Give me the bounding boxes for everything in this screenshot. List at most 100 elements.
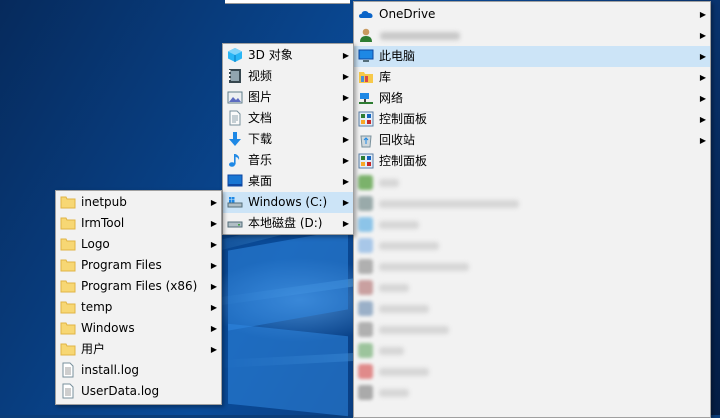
submenu-arrow-icon: ▶: [342, 219, 349, 228]
menu-item-label: 下载: [248, 132, 273, 146]
menu-item-library[interactable]: 库 ▶: [354, 67, 710, 88]
submenu-arrow-icon: ▶: [210, 219, 217, 228]
submenu-arrow-icon: ▶: [342, 114, 349, 123]
menu-item-temp[interactable]: temp ▶: [56, 297, 221, 318]
onedrive-cloud-icon: [358, 6, 374, 22]
menu-item-users[interactable]: 用户 ▶: [56, 339, 221, 360]
blurred-row: [354, 298, 710, 319]
menu-item-downloads[interactable]: 下载 ▶: [223, 129, 353, 150]
submenu-arrow-icon: ▶: [342, 51, 349, 60]
menu-item-documents[interactable]: 文档 ▶: [223, 108, 353, 129]
menu-item-label: 桌面: [248, 174, 273, 188]
desktop-icon: [227, 173, 243, 189]
text-file-icon: [60, 362, 76, 378]
drive-d-icon: [227, 215, 243, 231]
submenu-arrow-icon: ▶: [210, 345, 217, 354]
blurred-row: [354, 235, 710, 256]
wallpaper-window-pane: [228, 323, 348, 417]
menu-item-label: 网络: [379, 91, 404, 105]
drive-c-icon: [227, 194, 243, 210]
submenu-arrow-icon: ▶: [210, 240, 217, 249]
blurred-row: [354, 256, 710, 277]
blurred-row: [354, 277, 710, 298]
menu-item-desktop[interactable]: 桌面 ▶: [223, 171, 353, 192]
submenu-arrow-icon: ▶: [210, 198, 217, 207]
menu-item-program-files[interactable]: Program Files ▶: [56, 255, 221, 276]
root-context-menu: OneDrive ▶ ▶ 此电脑 ▶ 库 ▶ 网络 ▶ 控制面板 ▶ 回收站 ▶…: [353, 1, 711, 418]
text-file-icon: [60, 383, 76, 399]
wallpaper-window-pane: [228, 229, 348, 331]
folder-icon: [60, 299, 76, 315]
submenu-arrow-icon: ▶: [342, 72, 349, 81]
menu-item-this-pc[interactable]: 此电脑 ▶: [354, 46, 710, 67]
menu-item-recycle-bin[interactable]: 回收站 ▶: [354, 130, 710, 151]
control-panel-icon: [358, 111, 374, 127]
blurred-row: [354, 382, 710, 403]
submenu-arrow-icon: ▶: [699, 52, 706, 61]
folder-icon: [60, 320, 76, 336]
menu-item-label: 文档: [248, 111, 273, 125]
menu-item-network[interactable]: 网络 ▶: [354, 88, 710, 109]
menu-item-label: UserData.log: [81, 384, 160, 398]
menu-item-drive-c[interactable]: Windows (C:) ▶: [223, 192, 353, 213]
menu-item-label: 音乐: [248, 153, 273, 167]
3d-objects-icon: [227, 47, 243, 63]
blurred-row: [354, 361, 710, 382]
menu-item-onedrive[interactable]: OneDrive ▶: [354, 4, 710, 25]
menu-item-label: OneDrive: [379, 7, 436, 21]
submenu-arrow-icon: ▶: [342, 177, 349, 186]
folder-icon: [60, 215, 76, 231]
menu-item-control-panel[interactable]: 控制面板 ▶: [354, 109, 710, 130]
this-pc-icon: [358, 48, 374, 64]
menu-item-control-panel-2[interactable]: 控制面板: [354, 151, 710, 172]
submenu-arrow-icon: ▶: [342, 135, 349, 144]
menu-item-userdata-log[interactable]: UserData.log: [56, 381, 221, 402]
menu-item-inetpub[interactable]: inetpub ▶: [56, 192, 221, 213]
library-folder-icon: [358, 69, 374, 85]
menu-item-label: Program Files: [81, 258, 162, 272]
menu-item-label: temp: [81, 300, 113, 314]
menu-item-label: 本地磁盘 (D:): [248, 216, 323, 230]
taskbar-edge: [225, 0, 350, 4]
music-icon: [227, 152, 243, 168]
submenu-arrow-icon: ▶: [699, 10, 706, 19]
menu-item-label: 回收站: [379, 133, 416, 147]
menu-item-label: 3D 对象: [248, 48, 293, 62]
menu-item-user[interactable]: ▶: [354, 25, 710, 46]
folder-icon: [60, 278, 76, 294]
menu-item-irmtool[interactable]: IrmTool ▶: [56, 213, 221, 234]
menu-item-program-files-x86[interactable]: Program Files (x86) ▶: [56, 276, 221, 297]
network-icon: [358, 90, 374, 106]
downloads-icon: [227, 131, 243, 147]
blurred-row: [354, 340, 710, 361]
menu-item-drive-d[interactable]: 本地磁盘 (D:) ▶: [223, 213, 353, 234]
videos-icon: [227, 68, 243, 84]
menu-item-label: 控制面板: [379, 112, 428, 126]
blurred-row: [354, 319, 710, 340]
menu-item-label: 视频: [248, 69, 273, 83]
menu-item-label: Logo: [81, 237, 110, 251]
menu-item-pictures[interactable]: 图片 ▶: [223, 87, 353, 108]
submenu-arrow-icon: ▶: [210, 282, 217, 291]
menu-item-label: 此电脑: [379, 49, 416, 63]
menu-item-install-log[interactable]: install.log: [56, 360, 221, 381]
submenu-arrow-icon: ▶: [699, 94, 706, 103]
blurred-row: [354, 214, 710, 235]
blurred-row: [354, 172, 710, 193]
recycle-bin-icon: [358, 132, 374, 148]
menu-item-music[interactable]: 音乐 ▶: [223, 150, 353, 171]
submenu-arrow-icon: ▶: [210, 324, 217, 333]
menu-item-logo[interactable]: Logo ▶: [56, 234, 221, 255]
submenu-arrow-icon: ▶: [699, 136, 706, 145]
submenu-arrow-icon: ▶: [342, 198, 349, 207]
menu-item-label: IrmTool: [81, 216, 125, 230]
menu-item-3d-objects[interactable]: 3D 对象 ▶: [223, 45, 353, 66]
menu-item-videos[interactable]: 视频 ▶: [223, 66, 353, 87]
submenu-arrow-icon: ▶: [342, 156, 349, 165]
menu-item-label: Windows: [81, 321, 135, 335]
submenu-arrow-icon: ▶: [699, 115, 706, 124]
control-panel-icon: [358, 153, 374, 169]
menu-item-label: inetpub: [81, 195, 127, 209]
submenu-arrow-icon: ▶: [210, 303, 217, 312]
menu-item-windows[interactable]: Windows ▶: [56, 318, 221, 339]
